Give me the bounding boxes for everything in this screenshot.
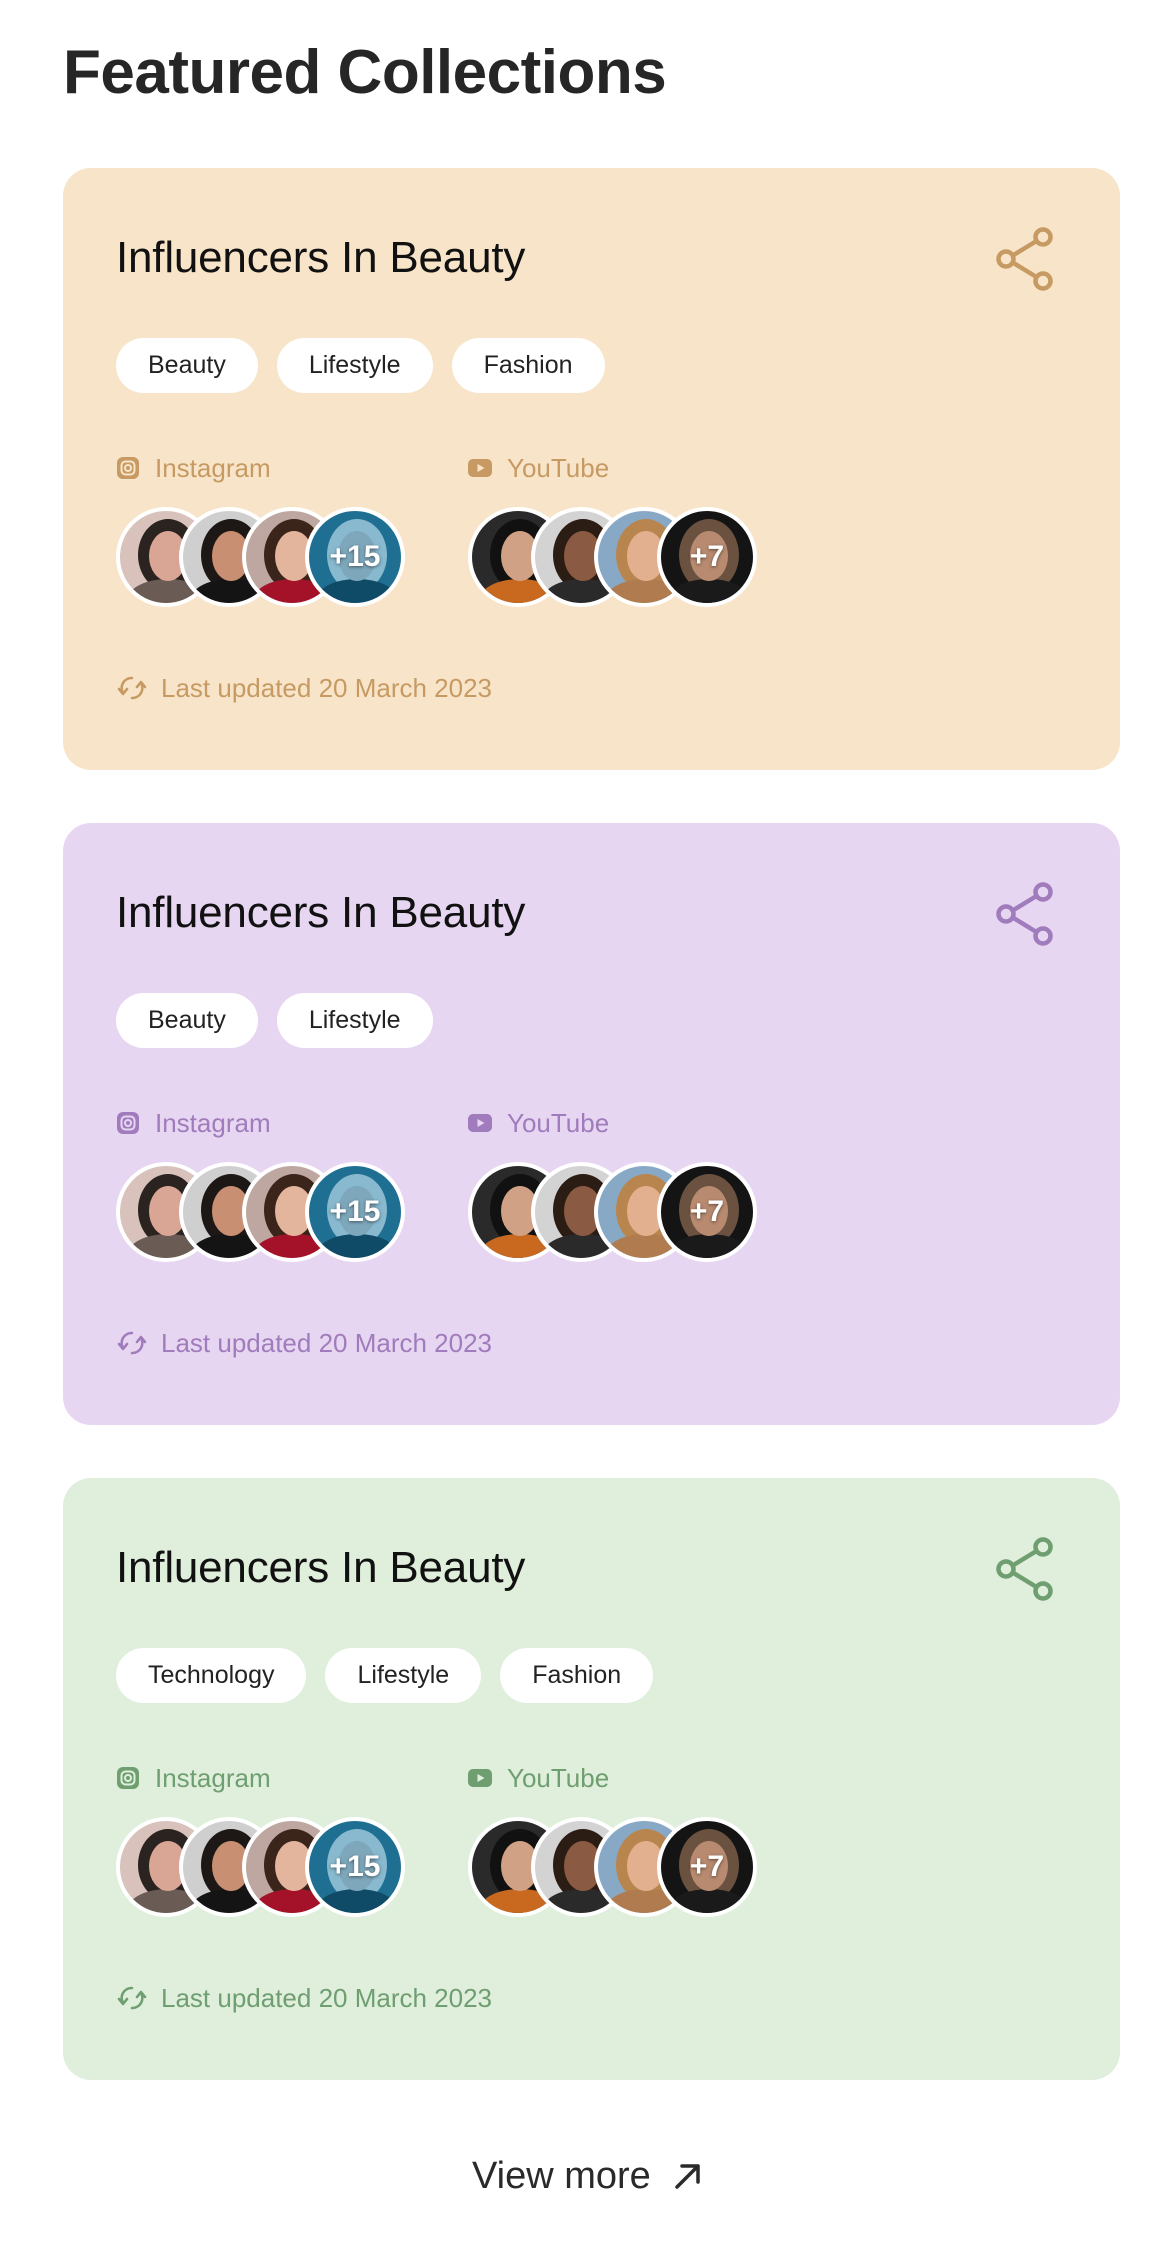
share-icon [996, 227, 1053, 291]
collection-title: Influencers In Beauty [116, 233, 526, 282]
youtube-icon [468, 459, 492, 477]
more-influencers-avatar[interactable]: +7 [657, 1162, 757, 1262]
more-count: +7 [689, 1850, 725, 1883]
collection-card[interactable]: Influencers In Beauty Beauty Lifestyle Fash… [63, 168, 1120, 770]
collection-card[interactable]: Influencers In Beauty Technology Lifestyle… [63, 1478, 1120, 2080]
category-tag[interactable]: Lifestyle [276, 338, 433, 393]
more-influencers-avatar[interactable]: +15 [305, 1817, 405, 1917]
more-influencers-avatar[interactable]: +15 [305, 507, 405, 607]
category-tag[interactable]: Technology [116, 1648, 307, 1703]
tag-list: Beauty Lifestyle [116, 993, 433, 1048]
youtube-section: YouTube +7 [468, 1760, 757, 1923]
instagram-icon [117, 1767, 139, 1789]
platform-label: Instagram [155, 453, 271, 483]
influencer-avatar-group[interactable]: +7 [468, 1817, 757, 1923]
instagram-section: Instagram +15 [116, 1105, 405, 1268]
youtube-section: YouTube +7 [468, 1105, 757, 1268]
more-count: +15 [329, 540, 381, 573]
platform-header: Instagram [116, 1760, 271, 1796]
influencer-avatar-group[interactable]: +7 [468, 1162, 757, 1268]
platform-header: YouTube [468, 1105, 609, 1141]
last-updated-label: Last updated 20 March 2023 [161, 673, 493, 703]
share-button[interactable] [993, 1534, 1059, 1604]
category-tag[interactable]: Fashion [500, 1648, 654, 1703]
more-count: +7 [689, 540, 725, 573]
instagram-icon [117, 457, 139, 479]
category-tag[interactable]: Beauty [116, 993, 258, 1048]
platform-label: Instagram [155, 1108, 271, 1138]
collection-title: Influencers In Beauty [116, 1543, 526, 1592]
category-tag[interactable]: Fashion [451, 338, 605, 393]
share-icon [996, 1537, 1053, 1601]
refresh-icon [117, 1331, 147, 1355]
category-tag[interactable]: Lifestyle [325, 1648, 482, 1703]
influencer-avatar-group[interactable]: +15 [116, 507, 405, 613]
influencer-avatar-group[interactable]: +15 [116, 1817, 405, 1923]
youtube-icon [468, 1769, 492, 1787]
arrow-up-right-icon [675, 2164, 700, 2189]
platform-header: Instagram [116, 450, 271, 486]
youtube-section: YouTube +7 [468, 450, 757, 613]
youtube-icon [468, 1114, 492, 1132]
platform-header: YouTube [468, 450, 609, 486]
more-influencers-avatar[interactable]: +7 [657, 507, 757, 607]
featured-collections-page: Featured Collections Influencers In Beau… [0, 0, 1160, 2252]
platform-header: YouTube [468, 1760, 609, 1796]
platform-label: YouTube [507, 1763, 610, 1793]
share-button[interactable] [993, 879, 1059, 949]
refresh-icon [117, 1986, 147, 2010]
tag-list: Technology Lifestyle Fashion [116, 1648, 654, 1703]
view-more-label: View more [472, 2154, 651, 2197]
last-updated-label: Last updated 20 March 2023 [161, 1328, 493, 1358]
more-count: +15 [329, 1195, 381, 1228]
more-count: +15 [329, 1850, 381, 1883]
more-count: +7 [689, 1195, 725, 1228]
refresh-icon [117, 676, 147, 700]
category-tag[interactable]: Lifestyle [276, 993, 433, 1048]
instagram-section: Instagram +15 [116, 450, 405, 613]
page-title: Featured Collections [63, 38, 667, 107]
platform-label: YouTube [507, 453, 610, 483]
view-more-link[interactable]: View more [472, 2146, 705, 2206]
share-icon [996, 882, 1053, 946]
more-influencers-avatar[interactable]: +15 [305, 1162, 405, 1262]
last-updated-label: Last updated 20 March 2023 [161, 1983, 493, 2013]
tag-list: Beauty Lifestyle Fashion [116, 338, 605, 393]
instagram-section: Instagram +15 [116, 1760, 405, 1923]
share-button[interactable] [993, 224, 1059, 294]
instagram-icon [117, 1112, 139, 1134]
collection-title: Influencers In Beauty [116, 888, 526, 937]
influencer-avatar-group[interactable]: +7 [468, 507, 757, 613]
last-updated: Last updated 20 March 2023 [116, 1325, 492, 1361]
influencer-avatar-group[interactable]: +15 [116, 1162, 405, 1268]
collection-card[interactable]: Influencers In Beauty Beauty Lifestyle Inst… [63, 823, 1120, 1425]
more-influencers-avatar[interactable]: +7 [657, 1817, 757, 1917]
last-updated: Last updated 20 March 2023 [116, 1980, 492, 2016]
platform-header: Instagram [116, 1105, 271, 1141]
platform-label: YouTube [507, 1108, 610, 1138]
last-updated: Last updated 20 March 2023 [116, 670, 492, 706]
platform-label: Instagram [155, 1763, 271, 1793]
category-tag[interactable]: Beauty [116, 338, 258, 393]
